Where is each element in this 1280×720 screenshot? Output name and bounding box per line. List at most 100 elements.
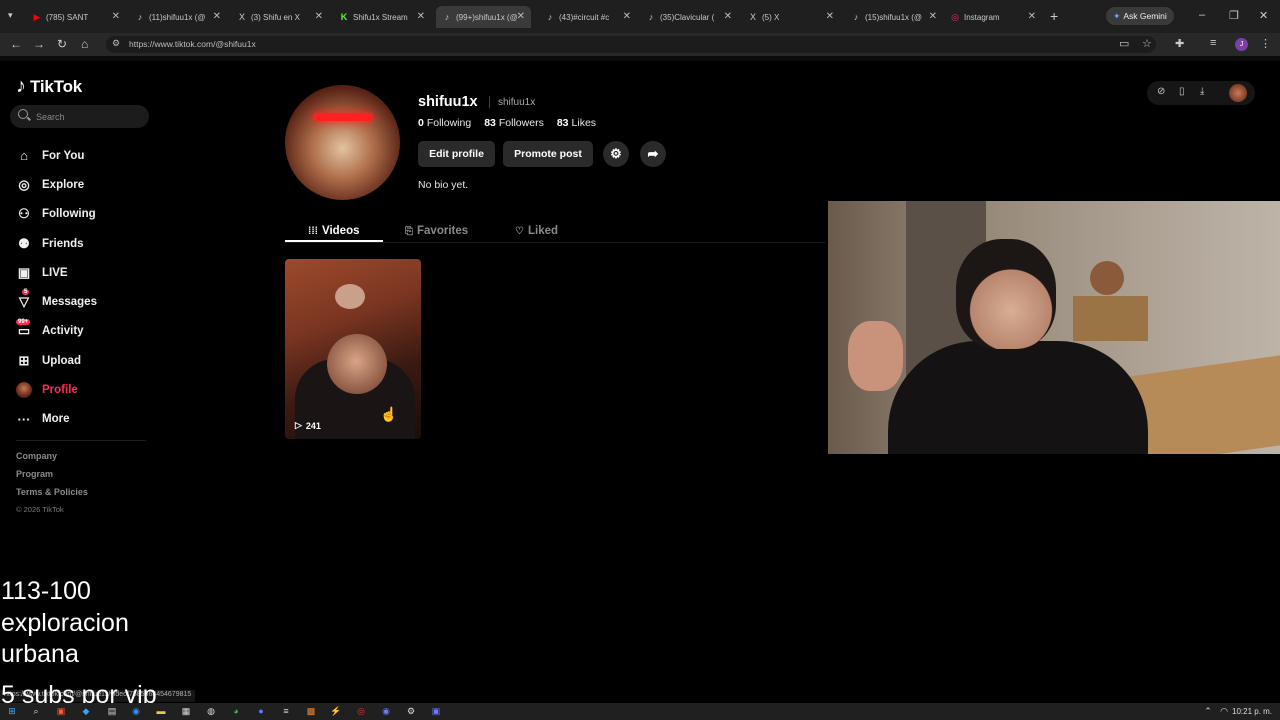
browser-tab[interactable]: X (3) Shifu en X ✕	[237, 6, 323, 28]
app-icon[interactable]: ◍	[205, 705, 217, 717]
browser-tab[interactable]: ▶ (785) SANT ✕	[32, 6, 120, 28]
app-icon[interactable]: ≡	[280, 705, 292, 717]
followers-stat[interactable]: 83 Followers	[484, 117, 544, 129]
active-tab-indicator	[285, 240, 383, 242]
tabs-divider	[285, 242, 825, 243]
close-tab-icon[interactable]: ✕	[112, 11, 120, 22]
copyright-text: © 2026 TikTok	[16, 505, 64, 514]
app-icon[interactable]: ▩	[305, 705, 317, 717]
tray-chevron-icon[interactable]: ⌃	[1202, 705, 1214, 717]
site-info-icon[interactable]: ⚙	[112, 38, 120, 49]
followers-label: Followers	[498, 117, 544, 129]
promote-post-button[interactable]: Promote post	[503, 141, 593, 167]
sidebar-item-following[interactable]: ⚇ Following	[16, 200, 146, 229]
chrome-icon[interactable]: ◕	[230, 705, 242, 717]
close-tab-icon[interactable]: ✕	[417, 11, 425, 22]
settings-button[interactable]: ⚙	[603, 141, 629, 167]
sidebar-item-more[interactable]: ··· More	[16, 405, 146, 434]
tab-label: (15)shifuu1x (@	[865, 12, 923, 22]
ask-gemini-button[interactable]: ✦ Ask Gemini	[1106, 7, 1174, 25]
app-icon[interactable]: ◉	[130, 705, 142, 717]
settings-gear-icon[interactable]: ⚙	[405, 705, 417, 717]
sidebar-item-profile[interactable]: Profile	[16, 375, 146, 404]
tab-favorites[interactable]: ⎘ Favorites	[405, 219, 468, 243]
close-tab-icon[interactable]: ✕	[315, 11, 323, 22]
close-tab-icon[interactable]: ✕	[826, 11, 834, 22]
close-tab-icon[interactable]: ✕	[1028, 11, 1036, 22]
profile-avatar	[16, 382, 32, 399]
sidebar-item-activity[interactable]: ▭ 99+ Activity	[16, 317, 146, 346]
app-icon[interactable]: ◆	[80, 705, 92, 717]
new-tab-icon[interactable]: +	[1050, 8, 1058, 24]
close-tab-icon[interactable]: ✕	[724, 11, 732, 22]
close-tab-icon[interactable]: ✕	[517, 11, 525, 22]
tiktok-logo[interactable]: ♪ TikTok	[16, 75, 82, 98]
sidebar-item-friends[interactable]: ⚉ Friends	[16, 229, 146, 258]
sidebar-item-label: Messages	[42, 296, 97, 309]
close-tab-icon[interactable]: ✕	[623, 11, 631, 22]
app-icon[interactable]: ▦	[180, 705, 192, 717]
home-icon[interactable]: ⌂	[81, 37, 88, 51]
coin-icon[interactable]: ⊘	[1157, 86, 1165, 97]
download-icon[interactable]: ⤓	[1200, 86, 1204, 97]
bookmark-star-icon[interactable]: ☆	[1142, 37, 1152, 50]
search-input[interactable]	[36, 108, 141, 125]
browser-tab[interactable]: ♪ (43)#circuit #c ✕	[545, 6, 631, 28]
extensions-icon[interactable]: ✚	[1175, 37, 1184, 50]
browser-tab[interactable]: ♪ (11)shifuu1x (@ ✕	[135, 6, 221, 28]
footer-link-terms[interactable]: Terms & Policies	[16, 487, 88, 505]
sidebar-item-for-you[interactable]: ⌂ For You	[16, 141, 146, 170]
webcam-person-body	[888, 341, 1148, 454]
sidebar-item-explore[interactable]: ◎ Explore	[16, 170, 146, 199]
following-stat[interactable]: 0 Following	[418, 117, 471, 129]
menu-kebab-icon[interactable]: ⋮	[1260, 37, 1271, 50]
video-thumbnail[interactable]: ▷ 241	[285, 259, 421, 439]
header-profile-avatar[interactable]	[1229, 84, 1247, 102]
sidebar-item-messages[interactable]: ▽ 5 Messages	[16, 287, 146, 316]
search-box[interactable]	[10, 105, 149, 128]
minimize-icon[interactable]: –	[1199, 9, 1205, 21]
back-icon[interactable]: ←	[10, 37, 22, 51]
wifi-icon[interactable]: ◠	[1218, 705, 1230, 717]
close-tab-icon[interactable]: ✕	[929, 11, 937, 22]
clock-text[interactable]: 10:21 p. m.	[1232, 707, 1272, 716]
obs-icon[interactable]: ◎	[355, 705, 367, 717]
browser-tab[interactable]: ♪ (35)Clavicular ( ✕	[646, 6, 732, 28]
share-button[interactable]: ➦	[640, 141, 666, 167]
sidebar-item-upload[interactable]: ⊞ Upload	[16, 346, 146, 375]
forward-icon[interactable]: →	[33, 37, 45, 51]
app-icon[interactable]: ▤	[106, 705, 118, 717]
media-controls-icon[interactable]: ≡	[1210, 37, 1216, 49]
sidebar-item-live[interactable]: ▣ LIVE	[16, 258, 146, 287]
url-text[interactable]: https://www.tiktok.com/@shifuu1x	[129, 39, 256, 49]
device-icon[interactable]: ▯	[1179, 86, 1185, 97]
address-bar[interactable]: ⚙ https://www.tiktok.com/@shifuu1x	[106, 36, 1156, 53]
footer-link-program[interactable]: Program	[16, 469, 88, 487]
edit-profile-button[interactable]: Edit profile	[418, 141, 495, 167]
tab-search-chevron-icon[interactable]: ▾	[8, 10, 13, 21]
browser-tab[interactable]: K Shifu1x Stream ✕	[339, 6, 425, 28]
browser-profile-avatar[interactable]: J	[1235, 38, 1248, 51]
app-icon[interactable]: ⚡	[330, 705, 342, 717]
start-icon[interactable]: ⊞	[6, 705, 18, 717]
restore-icon[interactable]: ❐	[1229, 9, 1239, 22]
browser-tab[interactable]: X (5) X ✕	[748, 6, 834, 28]
app-icon[interactable]: ▣	[430, 705, 442, 717]
footer-link-company[interactable]: Company	[16, 451, 88, 469]
cast-icon[interactable]: ▭	[1119, 37, 1129, 50]
folder-icon[interactable]: ▬	[155, 705, 167, 717]
browser-tab[interactable]: ♪ (15)shifuu1x (@ ✕	[851, 6, 937, 28]
discord-icon[interactable]: ◉	[380, 705, 392, 717]
profile-avatar-large[interactable]	[285, 85, 400, 200]
browser-tab-active[interactable]: ♪ (99+)shifuu1x (@ ✕	[436, 6, 531, 28]
app-icon[interactable]: ▣	[55, 705, 67, 717]
tab-label: Instagram	[964, 12, 1000, 22]
tab-liked[interactable]: ♡ Liked	[515, 219, 558, 243]
search-icon[interactable]: ⌕	[30, 705, 42, 717]
reload-icon[interactable]: ↻	[57, 37, 67, 51]
app-icon[interactable]: ●	[255, 705, 267, 717]
close-tab-icon[interactable]: ✕	[213, 11, 221, 22]
avatar-glowing-eyes	[313, 113, 373, 121]
close-window-icon[interactable]: ✕	[1259, 9, 1268, 22]
browser-tab[interactable]: ◎ Instagram ✕	[950, 6, 1036, 28]
